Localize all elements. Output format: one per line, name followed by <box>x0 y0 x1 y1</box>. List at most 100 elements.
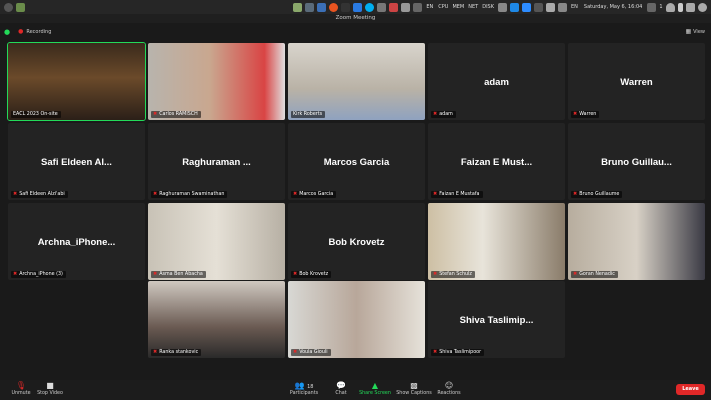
participant-tile[interactable]: Marcos Garcia ✖ Marcos Garcia <box>288 123 425 200</box>
muted-mic-icon: ✖ <box>433 191 438 197</box>
muted-mic-icon: ✖ <box>153 349 158 355</box>
app-icon[interactable] <box>388 2 398 12</box>
reactions-button[interactable]: ☺ Reactions <box>436 381 462 396</box>
participant-name-label: ✖ Bruno Guillaume <box>571 191 623 198</box>
video-camera-icon: ■ <box>46 381 54 390</box>
input-language[interactable]: EN <box>571 4 578 10</box>
participant-label-text: Safi Eldeen Alzi'abi <box>19 192 65 197</box>
meeting-info-bar: ● ● Recording ▦ View <box>0 24 711 39</box>
participant-tile[interactable]: Faizan E Must... ✖ Faizan E Mustafa <box>428 123 565 200</box>
participant-name-label: ✖ Asma Ben Abacha <box>151 271 206 278</box>
chat-button[interactable]: 💬 Chat <box>330 381 352 396</box>
battery-icon[interactable] <box>678 2 683 12</box>
participant-tile[interactable]: Safi Eldeen Al... ✖ Safi Eldeen Alzi'abi <box>8 123 145 200</box>
folder-icon[interactable] <box>292 2 302 12</box>
muted-mic-icon: ✖ <box>153 111 158 117</box>
participant-video <box>148 203 285 280</box>
participant-name-label: ✖ Voula Giouli <box>291 349 331 356</box>
participant-label-text: Bob Krovetz <box>299 272 329 277</box>
clock[interactable]: Saturday, May 6, 16:04 <box>584 4 642 10</box>
muted-mic-icon: ✖ <box>433 349 438 355</box>
bluetooth-icon[interactable] <box>533 2 543 12</box>
wifi-icon[interactable] <box>666 2 675 12</box>
participant-tile[interactable]: adam ✖ adam <box>428 43 565 120</box>
participant-label-text: Faizan E Mustafa <box>439 192 480 197</box>
participant-label-text: Carlos RAMISCH <box>159 112 198 117</box>
participant-display-name: Safi Eldeen Al... <box>41 157 112 168</box>
participant-tile[interactable]: Kirk Roberts <box>288 43 425 120</box>
security-shield-icon[interactable]: ● <box>4 28 10 36</box>
participant-tile[interactable]: EACL 2023 On-site <box>7 42 146 121</box>
participant-name-label: ✖ Stefan Schulz <box>431 271 475 278</box>
skype-icon[interactable] <box>364 2 374 12</box>
view-button[interactable]: View <box>693 29 705 35</box>
clipboard-icon[interactable] <box>497 2 507 12</box>
unmute-button[interactable]: 🎙 Unmute <box>6 381 36 396</box>
app-icon[interactable] <box>316 2 326 12</box>
participant-display-name: Bob Krovetz <box>328 237 385 248</box>
show-captions-button[interactable]: ▩ Show Captions <box>396 381 432 396</box>
participant-name-label: ✖ Faizan E Mustafa <box>431 191 483 198</box>
participant-video <box>8 43 145 120</box>
app-icon[interactable] <box>412 2 422 12</box>
status-icon[interactable] <box>545 2 555 12</box>
participant-label-text: Asma Ben Abacha <box>159 272 203 277</box>
volume-icon[interactable] <box>686 2 695 12</box>
net-monitor: NET <box>468 4 479 10</box>
stop-video-button[interactable]: ■ Stop Video <box>34 381 66 396</box>
participant-tile[interactable]: Bob Krovetz ✖ Bob Krovetz <box>288 203 425 280</box>
shield-icon[interactable] <box>557 2 567 12</box>
zoom-icon[interactable] <box>521 2 531 12</box>
participant-tile[interactable]: ✖ Stefan Schulz <box>428 203 565 280</box>
participant-name-label: ✖ Shiva Taslimipoor <box>431 349 485 356</box>
participant-tile[interactable]: Shiva Taslimip... ✖ Shiva Taslimipoor <box>428 281 565 358</box>
share-screen-button[interactable]: ▲ Share Screen <box>358 381 392 396</box>
participant-display-name: Shiva Taslimip... <box>459 315 534 326</box>
participant-display-name: Warren <box>620 77 653 88</box>
meeting-toolbar: 🎙 Unmute ■ Stop Video 👥 18 Participants … <box>0 380 711 400</box>
leave-button[interactable]: Leave <box>676 384 705 395</box>
terminal-icon[interactable] <box>340 2 350 12</box>
app-icon[interactable] <box>376 2 386 12</box>
participant-video <box>288 43 425 120</box>
app-icon[interactable] <box>304 2 314 12</box>
participant-tile[interactable]: ✖ Ranka stankovic <box>148 281 285 358</box>
app-icon[interactable] <box>400 2 410 12</box>
participant-name-label: ✖ Ranka stankovic <box>151 349 202 356</box>
participant-tile[interactable]: ✖ Voula Giouli <box>288 281 425 358</box>
kde-icon[interactable] <box>352 2 362 12</box>
power-icon[interactable] <box>698 2 707 12</box>
muted-mic-icon: ✖ <box>573 191 578 197</box>
participants-count: 18 <box>307 384 314 390</box>
dropbox-icon[interactable] <box>509 2 519 12</box>
muted-mic-icon: ✖ <box>293 271 298 277</box>
participant-label-text: Warren <box>579 112 597 117</box>
participant-tile[interactable]: Bruno Guillau... ✖ Bruno Guillaume <box>568 123 705 200</box>
participant-tile[interactable]: ✖ Carlos RAMISCH <box>148 43 285 120</box>
participant-label-text: Shiva Taslimipoor <box>439 350 482 355</box>
participant-label-text: Ranka stankovic <box>159 350 199 355</box>
disk-monitor: DISK <box>482 4 494 10</box>
notification-count: 1 <box>659 4 663 10</box>
system-top-bar: EN CPU MEM NET DISK EN Saturday, May 6, … <box>0 0 711 14</box>
participant-name-label: EACL 2023 On-site <box>11 111 61 118</box>
recording-dot-icon: ● <box>18 28 24 35</box>
recording-label: Recording <box>26 28 52 35</box>
microphone-muted-icon: 🎙 <box>15 381 27 390</box>
participant-tile[interactable]: Raghuraman ... ✖ Raghuraman Swaminathan <box>148 123 285 200</box>
files-icon[interactable] <box>16 2 25 12</box>
participant-display-name: Archna_iPhone... <box>37 237 116 248</box>
app-launcher-icon[interactable] <box>4 2 13 12</box>
participant-tile[interactable]: Warren ✖ Warren <box>568 43 705 120</box>
grid-view-icon[interactable]: ▦ <box>685 28 691 35</box>
participant-tile[interactable]: ✖ Goran Nenadic <box>568 203 705 280</box>
ubuntu-icon[interactable] <box>328 2 338 12</box>
notifications-icon[interactable] <box>646 2 656 12</box>
participant-tile[interactable]: ✖ Asma Ben Abacha <box>148 203 285 280</box>
participants-button[interactable]: 👥 18 Participants <box>286 381 322 396</box>
muted-mic-icon: ✖ <box>573 111 578 117</box>
participant-label-text: Marcos Garcia <box>299 192 334 197</box>
participant-tile[interactable]: Archna_iPhone... ✖ Archna_iPhone (3) <box>8 203 145 280</box>
keyboard-layout[interactable]: EN <box>426 4 433 10</box>
participant-name-label: ✖ Raghuraman Swaminathan <box>151 191 228 198</box>
